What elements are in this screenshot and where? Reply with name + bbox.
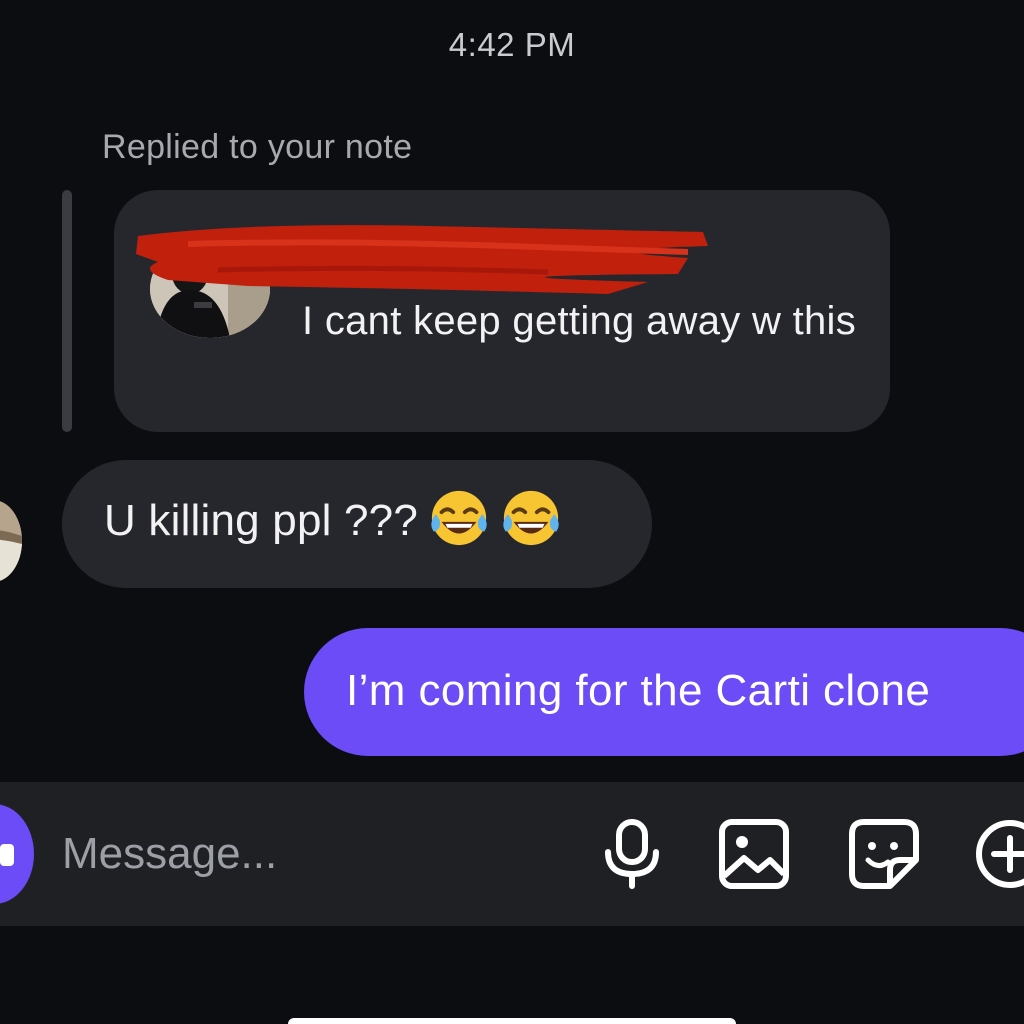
tears-of-joy-emoji — [431, 491, 487, 546]
microphone-icon[interactable] — [594, 816, 670, 892]
message-timestamp: 4:42 PM — [448, 26, 576, 63]
camera-button[interactable] — [0, 804, 34, 904]
outgoing-message-bubble[interactable]: I’m coming for the Carti clone — [304, 628, 1024, 756]
dm-thread-screen: 4:42 PM Replied to your note I cant keep… — [0, 0, 1024, 1024]
gallery-icon[interactable] — [716, 816, 792, 892]
camera-icon — [0, 844, 14, 866]
quoted-note-text: I cant keep getting away w this — [302, 299, 857, 343]
sticker-icon[interactable] — [846, 816, 922, 892]
message-composer — [0, 782, 1024, 926]
sender-avatar[interactable] — [0, 500, 22, 582]
incoming-message-text: U killing ppl ??? — [104, 496, 419, 545]
redaction-scribble — [136, 225, 708, 294]
home-indicator — [288, 1018, 736, 1024]
outgoing-message-text: I’m coming for the Carti clone — [346, 666, 931, 715]
tears-of-joy-emoji — [503, 491, 559, 546]
replied-to-note-label: Replied to your note — [102, 128, 413, 166]
reply-indicator-bar — [62, 190, 72, 432]
add-icon[interactable] — [972, 816, 1024, 892]
incoming-message-bubble[interactable]: U killing ppl ??? — [62, 460, 652, 588]
quoted-note-bubble[interactable]: I cant keep getting away w this — [114, 190, 890, 432]
message-input[interactable] — [62, 826, 562, 882]
incoming-message: U killing ppl ??? — [104, 491, 562, 549]
